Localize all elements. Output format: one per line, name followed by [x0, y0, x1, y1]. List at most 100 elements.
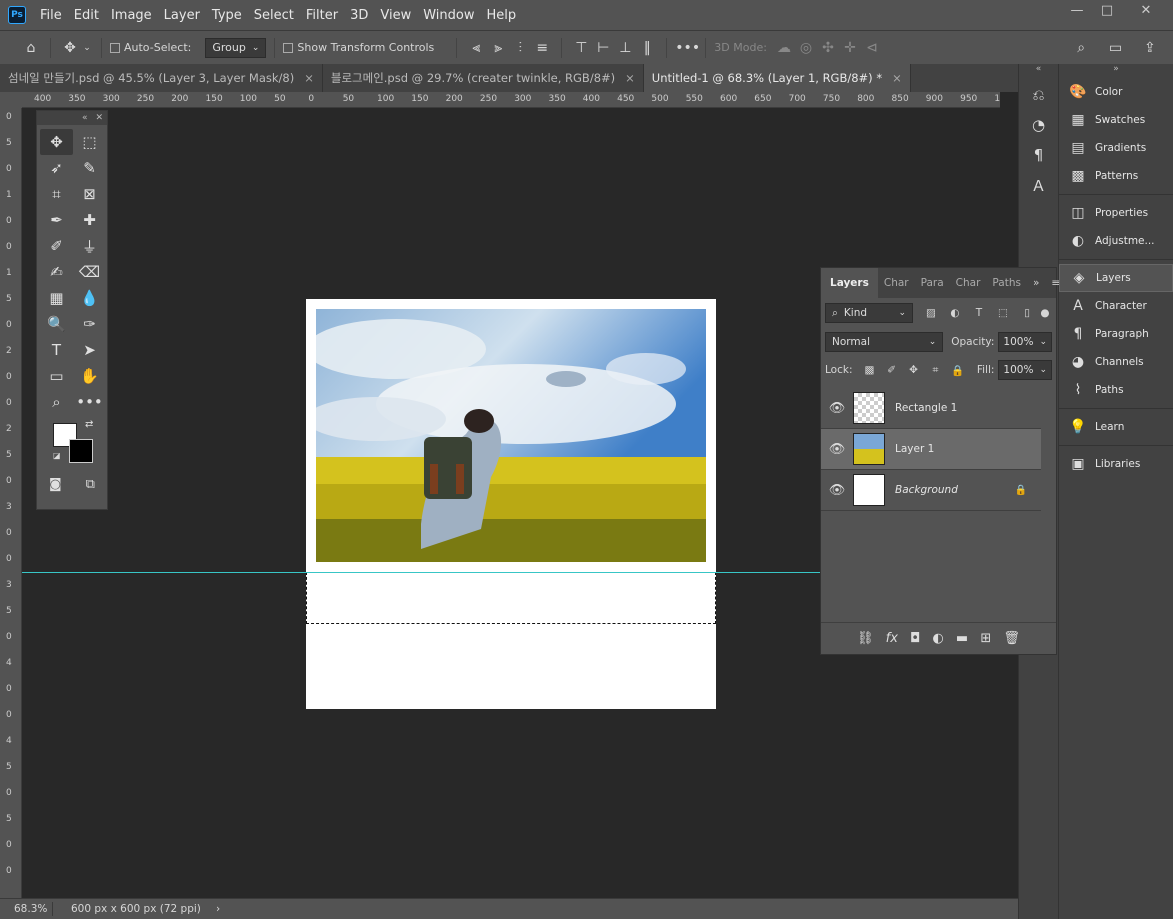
menu-layer[interactable]: Layer — [158, 8, 206, 23]
maximize-button[interactable]: □ — [1092, 0, 1122, 22]
default-colors-icon[interactable]: ◪ — [53, 451, 61, 460]
close-icon[interactable]: × — [304, 71, 314, 85]
menu-file[interactable]: File — [34, 8, 68, 23]
history-icon[interactable]: ⎌ — [1024, 82, 1054, 108]
fx-icon[interactable]: fx — [886, 631, 898, 646]
menu-edit[interactable]: Edit — [68, 8, 105, 23]
character-styles-icon[interactable]: Ａ — [1024, 172, 1054, 198]
filter-smart-object-icon[interactable]: ▯ — [1015, 307, 1039, 319]
marquee-tool[interactable]: ⬚ — [73, 129, 106, 155]
dodge-tool[interactable]: 🔍 — [40, 311, 73, 337]
distribute-vertical-icon[interactable]: ‖ — [636, 40, 658, 56]
history-brush-tool[interactable]: ✍ — [40, 259, 73, 285]
menu-filter[interactable]: Filter — [300, 8, 344, 23]
new-group-icon[interactable]: ▬ — [956, 631, 968, 646]
chevron-down-icon[interactable]: ⌄ — [81, 43, 93, 53]
panel-character[interactable]: A Character — [1059, 292, 1173, 320]
new-layer-icon[interactable]: ⊞ — [980, 631, 991, 646]
align-bottom-icon[interactable]: ⊥ — [614, 40, 636, 56]
link-layers-icon[interactable]: ⛓ — [857, 631, 874, 646]
auto-select-dropdown[interactable]: Group ⌄ — [205, 37, 267, 58]
layer-row-rectangle[interactable]: 👁 Rectangle 1 — [821, 388, 1041, 429]
add-mask-icon[interactable]: ◘ — [910, 631, 920, 646]
visibility-eye-icon[interactable]: 👁 — [821, 483, 853, 498]
filter-kind-dropdown[interactable]: ⌕ Kind ⌄ — [825, 303, 913, 323]
tab-paragraph[interactable]: Para — [915, 268, 950, 298]
quick-select-tool[interactable]: ✎ — [73, 155, 106, 181]
visibility-eye-icon[interactable]: 👁 — [821, 442, 853, 457]
swap-colors-icon[interactable]: ⇄ — [85, 419, 93, 430]
menu-type[interactable]: Type — [206, 8, 248, 23]
tab-character[interactable]: Char — [878, 268, 915, 298]
3d-orbit-icon[interactable]: ☁ — [773, 40, 795, 56]
align-top-icon[interactable]: ⊤ — [570, 40, 592, 56]
close-icon[interactable]: ✕ — [95, 113, 103, 123]
layer-row-background[interactable]: 👁 Background 🔒 — [821, 470, 1041, 511]
status-arrow-icon[interactable]: › — [216, 903, 220, 915]
workspace-icon[interactable]: ▭ — [1104, 40, 1126, 56]
menu-select[interactable]: Select — [248, 8, 300, 23]
photo-layer-1[interactable] — [316, 309, 706, 562]
tab-layers[interactable]: Layers — [821, 268, 878, 298]
panel-channels[interactable]: ◕ Channels — [1059, 348, 1173, 376]
align-left-icon[interactable]: ⫷ — [465, 40, 487, 56]
panel-learn[interactable]: 💡 Learn — [1059, 413, 1173, 441]
filter-adjustment-icon[interactable]: ◐ — [943, 307, 967, 319]
eyedropper-tool[interactable]: ✒ — [40, 207, 73, 233]
horizontal-guide[interactable] — [22, 572, 820, 573]
distribute-icon[interactable]: ≡ — [531, 40, 553, 56]
eraser-tool[interactable]: ⌫ — [73, 259, 106, 285]
3d-roll-icon[interactable]: ◎ — [795, 40, 817, 56]
frame-tool[interactable]: ⊠ — [73, 181, 106, 207]
filter-type-icon[interactable]: T — [967, 307, 991, 319]
more-options-icon[interactable]: ••• — [675, 40, 700, 56]
blur-tool[interactable]: 💧 — [73, 285, 106, 311]
quick-mask-icon[interactable]: ◙ — [49, 471, 62, 497]
ruler-left[interactable]: 0 5 0 1 0 0 1 5 0 2 0 0 2 5 0 3 0 0 3 5 0 4 0 0 4 5 0 5 0 0 — [0, 108, 22, 898]
tab-blog-main[interactable]: 블로그메인.psd @ 29.7% (creater twinkle, RGB/… — [322, 64, 644, 92]
lock-pixels-icon[interactable]: ✐ — [880, 364, 902, 376]
panel-menu-icon[interactable]: ≡ — [1045, 277, 1066, 289]
brush-tool[interactable]: ✐ — [40, 233, 73, 259]
home-icon[interactable]: ⌂ — [20, 40, 42, 56]
hand-tool[interactable]: ✋ — [73, 363, 106, 389]
align-right-icon[interactable]: ⫶ — [509, 40, 531, 56]
search-icon[interactable]: ⌕ — [1070, 40, 1092, 56]
menu-view[interactable]: View — [374, 8, 417, 23]
delete-layer-icon[interactable]: 🗑 — [1003, 631, 1020, 646]
lock-all-icon[interactable]: 🔒 — [946, 364, 968, 377]
panel-color[interactable]: 🎨 Color — [1059, 78, 1173, 106]
panel-patterns[interactable]: ▩ Patterns — [1059, 162, 1173, 190]
panel-properties[interactable]: ◫ Properties — [1059, 199, 1173, 227]
layer-row-layer-1[interactable]: 👁 Layer 1 — [821, 429, 1041, 470]
fill-field[interactable]: 100% ⌄ — [998, 360, 1052, 380]
blend-mode-dropdown[interactable]: Normal ⌄ — [825, 332, 944, 352]
tab-untitled-1[interactable]: Untitled-1 @ 68.3% (Layer 1, RGB/8#) * × — [643, 64, 911, 92]
rectangle-tool[interactable]: ▭ — [40, 363, 73, 389]
show-transform-checkbox[interactable] — [283, 41, 297, 54]
paragraph-styles-icon[interactable]: ¶ — [1024, 142, 1054, 168]
tab-paths[interactable]: Paths — [986, 268, 1027, 298]
gradient-tool[interactable]: ▦ — [40, 285, 73, 311]
screen-mode-icon[interactable]: ⧉ — [86, 471, 95, 497]
panel-paths[interactable]: ⌇ Paths — [1059, 376, 1173, 404]
move-tool[interactable]: ✥ — [40, 129, 73, 155]
share-icon[interactable]: ⇪ — [1139, 40, 1161, 56]
panel-layers[interactable]: ◈ Layers — [1059, 264, 1173, 292]
healing-brush-tool[interactable]: ✚ — [73, 207, 106, 233]
tab-character-styles[interactable]: Char — [950, 268, 987, 298]
lock-artboard-icon[interactable]: ⌗ — [924, 364, 946, 377]
rectangular-selection[interactable] — [306, 572, 716, 624]
pen-tool[interactable]: ✑ — [73, 311, 106, 337]
zoom-tool[interactable]: ⌕ — [40, 389, 73, 415]
toolbox-header[interactable]: « ✕ — [37, 111, 107, 125]
actions-icon[interactable]: ◔ — [1024, 112, 1054, 138]
lock-transparency-icon[interactable]: ▩ — [858, 364, 880, 376]
collapse-icon[interactable]: » — [1059, 64, 1173, 78]
crop-tool[interactable]: ⌗ — [40, 181, 73, 207]
close-icon[interactable]: × — [625, 71, 635, 85]
3d-pan-icon[interactable]: ✣ — [817, 40, 839, 56]
background-color[interactable] — [69, 439, 93, 463]
path-selection-tool[interactable]: ➤ — [73, 337, 106, 363]
close-icon[interactable]: × — [892, 71, 902, 85]
